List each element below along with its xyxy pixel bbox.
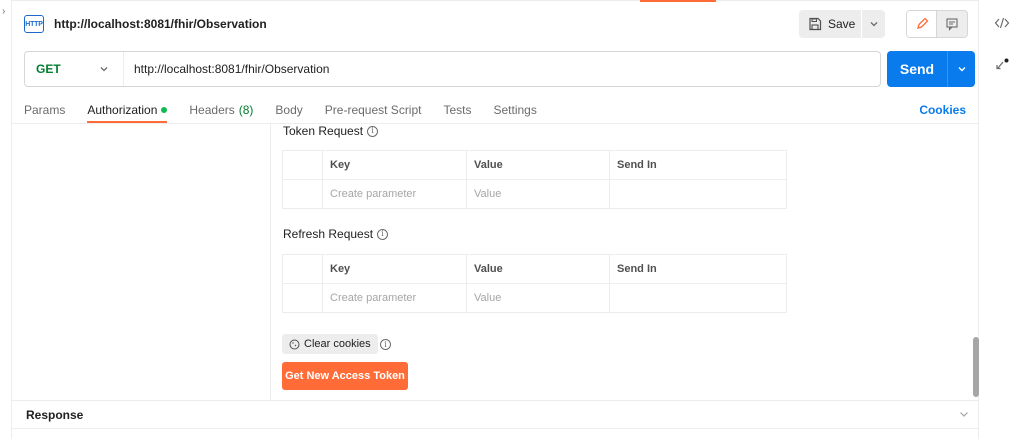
request-tabs: Params Authorization Headers (8) Body Pre… [24, 96, 966, 123]
send-options-button[interactable] [947, 51, 975, 87]
save-options-button[interactable] [861, 10, 885, 38]
tab-headers[interactable]: Headers (8) [189, 96, 253, 123]
edit-mode-button[interactable] [907, 11, 937, 37]
active-tab-accent [640, 0, 716, 2]
cookie-icon [289, 339, 300, 349]
info-icon[interactable]: i [380, 339, 391, 350]
scrollbar[interactable] [973, 337, 979, 397]
right-sidebar [978, 0, 1024, 439]
method-value: GET [36, 62, 61, 76]
send-button[interactable]: Send [887, 51, 947, 87]
get-new-access-token-button[interactable]: Get New Access Token [282, 362, 408, 390]
save-button-group: Save [799, 10, 885, 38]
chevron-down-icon [870, 22, 877, 27]
save-icon [809, 17, 822, 31]
tab-settings[interactable]: Settings [494, 96, 537, 123]
table-header-row: Key Value Send In [282, 150, 787, 180]
code-icon[interactable] [993, 14, 1011, 32]
left-sidebar-edge: › [0, 0, 12, 439]
url-bar: GET [24, 51, 881, 87]
tab-body[interactable]: Body [275, 96, 302, 123]
info-icon[interactable]: i [377, 228, 389, 240]
response-label: Response [26, 407, 84, 422]
send-button-group: Send [887, 51, 975, 87]
save-button[interactable]: Save [799, 10, 861, 38]
method-select[interactable]: GET [25, 52, 124, 86]
code-glyph [994, 17, 1010, 29]
tab-authorization[interactable]: Authorization [87, 96, 168, 123]
sync-icon[interactable] [993, 56, 1011, 74]
column-header-key: Key [322, 254, 467, 284]
request-title[interactable]: http://localhost:8081/fhir/Observation [54, 17, 267, 31]
select-column-header [282, 150, 323, 180]
edit-icon [916, 17, 928, 29]
key-input[interactable]: Create parameter [322, 179, 467, 209]
table-row: Create parameter Value [282, 283, 787, 313]
chevron-down-icon [958, 67, 965, 72]
http-icon: HTTP [24, 15, 44, 33]
tab-params[interactable]: Params [24, 96, 65, 123]
select-column-header [282, 254, 323, 284]
chevron-down-icon [100, 67, 108, 72]
collapse-caret-icon[interactable]: › [2, 6, 5, 17]
column-header-key: Key [322, 150, 467, 180]
top-divider [12, 0, 978, 1]
url-input[interactable] [124, 52, 880, 86]
tab-tests[interactable]: Tests [443, 96, 471, 123]
token-request-table: Key Value Send In Create parameter Value [282, 150, 787, 209]
column-header-value: Value [466, 150, 610, 180]
table-row: Create parameter Value [282, 179, 787, 209]
refresh-request-heading: Refresh Request i [283, 227, 389, 241]
column-header-send-in: Send In [609, 150, 787, 180]
table-header-row: Key Value Send In [282, 254, 787, 284]
headers-count: (8) [238, 102, 254, 117]
send-in-select[interactable] [609, 179, 787, 209]
key-input[interactable]: Create parameter [322, 283, 467, 313]
save-label: Save [828, 17, 856, 31]
sync-glyph [996, 58, 1009, 70]
tab-pre-request-script[interactable]: Pre-request Script [325, 96, 422, 123]
token-request-heading: Token Request i [283, 124, 379, 138]
info-icon[interactable]: i [367, 125, 379, 137]
tabs-divider [12, 123, 978, 124]
clear-cookies-button[interactable]: Clear cookies [282, 334, 378, 354]
refresh-request-table: Key Value Send In Create parameter Value [282, 254, 787, 313]
active-indicator-dot [161, 106, 168, 113]
request-titlebar: HTTP http://localhost:8081/fhir/Observat… [24, 10, 267, 38]
response-panel-header[interactable]: Response [12, 400, 978, 429]
row-checkbox-cell [282, 179, 323, 209]
comments-mode-button[interactable] [937, 11, 967, 37]
value-input[interactable]: Value [466, 179, 610, 209]
send-in-select[interactable] [609, 283, 787, 313]
cookies-link[interactable]: Cookies [919, 96, 966, 123]
auth-panel-divider [270, 124, 271, 400]
row-checkbox-cell [282, 283, 323, 313]
view-mode-toggle [906, 10, 968, 38]
chevron-down-icon[interactable] [958, 408, 970, 420]
value-input[interactable]: Value [466, 283, 610, 313]
column-header-value: Value [466, 254, 610, 284]
comment-icon [946, 18, 958, 31]
column-header-send-in: Send In [609, 254, 787, 284]
